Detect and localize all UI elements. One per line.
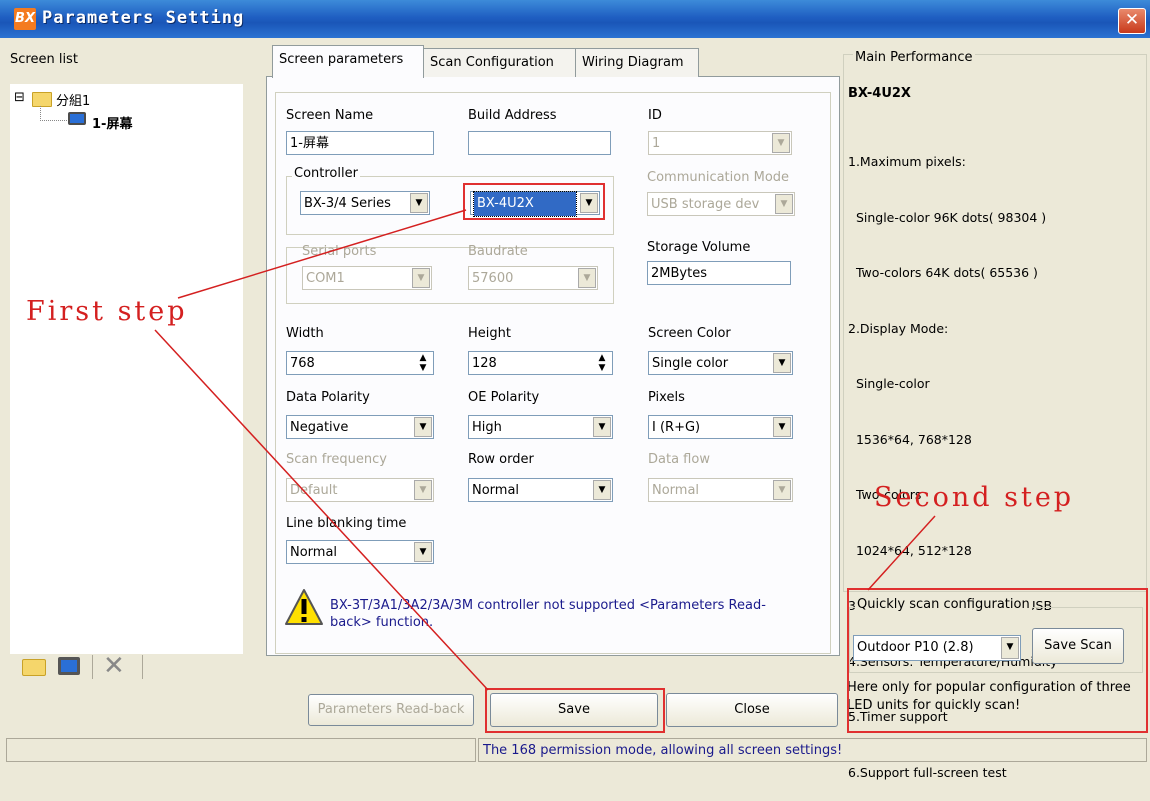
- status-bar: The 168 permission mode, allowing all sc…: [6, 738, 1148, 764]
- status-cell-left: [6, 738, 476, 762]
- second-step-annotation: Second step: [874, 482, 1075, 513]
- first-step-arrow-line: [177, 209, 467, 299]
- status-message: The 168 permission mode, allowing all sc…: [478, 738, 1147, 762]
- tab-screen-parameters[interactable]: Screen parameters: [272, 45, 424, 78]
- second-step-arrow-line: [867, 515, 936, 591]
- annotation-lines: [154, 209, 936, 691]
- save-arrow-line: [154, 329, 489, 691]
- first-step-annotation: First step: [26, 296, 188, 327]
